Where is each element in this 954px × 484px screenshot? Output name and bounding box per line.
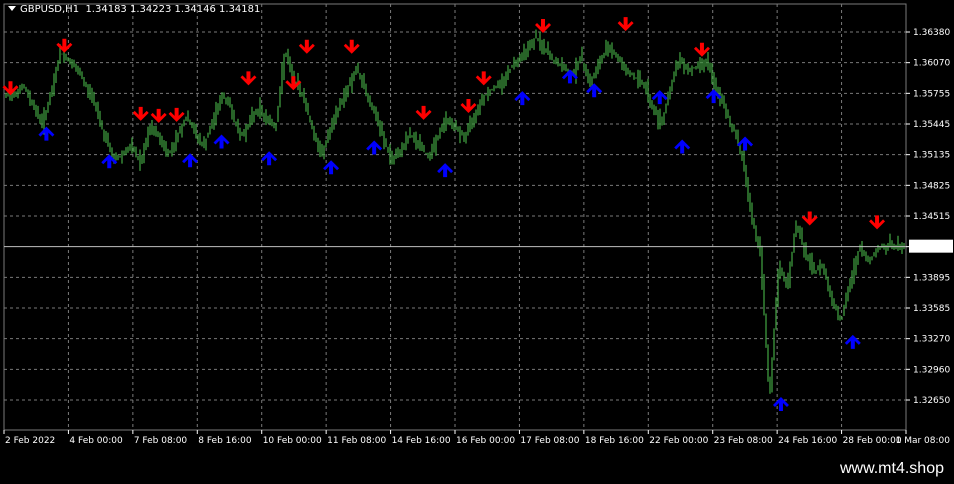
arrow-up-icon xyxy=(366,140,383,155)
sell-signal xyxy=(475,71,492,86)
sell-signal xyxy=(617,17,634,32)
time-tick-label: 24 Feb 16:00 xyxy=(778,436,837,446)
arrow-down-icon xyxy=(343,39,360,54)
symbol-name: GBPUSD,H1 xyxy=(20,4,80,15)
buy-signal xyxy=(772,396,789,411)
sell-signal xyxy=(168,107,185,122)
arrow-up-icon xyxy=(586,83,603,98)
price-tick-label: 1.32960 xyxy=(913,365,950,375)
buy-signal xyxy=(38,126,55,141)
dropdown-triangle-icon[interactable] xyxy=(8,6,16,11)
buy-signal xyxy=(101,154,118,169)
signal-arrows xyxy=(2,17,886,411)
arrow-up-icon xyxy=(674,139,691,154)
arrow-down-icon xyxy=(460,98,477,113)
arrow-up-icon xyxy=(261,151,278,166)
sell-signal xyxy=(56,38,73,53)
sell-signal xyxy=(298,39,315,54)
arrow-down-icon xyxy=(535,19,552,34)
time-tick-label: 2 Feb 2022 xyxy=(5,436,55,446)
arrow-down-icon xyxy=(617,17,634,32)
sell-signal xyxy=(285,76,302,91)
arrow-up-icon xyxy=(651,90,668,105)
price-tick-label: 1.32650 xyxy=(913,396,950,406)
arrow-down-icon xyxy=(150,108,167,123)
symbol-info: GBPUSD,H1 1.34183 1.34223 1.34146 1.3418… xyxy=(8,4,260,15)
price-tick-label: 1.36070 xyxy=(913,59,950,69)
buy-signal xyxy=(705,89,722,104)
arrow-up-icon xyxy=(182,153,199,168)
chart-window: 1.36380 1.36070 1.35755 1.35445 1.35135 1.348… xyxy=(0,0,954,484)
price-tick-label: 1.34181 xyxy=(913,243,950,253)
price-chart[interactable]: 1.36380 1.36070 1.35755 1.35445 1.35135 1.348… xyxy=(0,0,954,484)
buy-signal xyxy=(323,160,340,175)
arrow-up-icon xyxy=(772,396,789,411)
buy-signal xyxy=(844,334,861,349)
arrow-up-icon xyxy=(101,154,118,169)
price-tick-label: 1.35755 xyxy=(913,89,950,99)
arrow-down-icon xyxy=(475,71,492,86)
price-tick-label: 1.33270 xyxy=(913,335,950,345)
arrow-up-icon xyxy=(38,126,55,141)
time-tick-label: 28 Feb 00:00 xyxy=(843,436,902,446)
time-tick-label: 4 Feb 00:00 xyxy=(69,436,123,446)
sell-signal xyxy=(535,19,552,34)
sell-signal xyxy=(132,106,149,121)
price-axis: 1.36380 1.36070 1.35755 1.35445 1.35135 1.348… xyxy=(906,28,953,406)
price-tick-label: 1.34825 xyxy=(913,181,950,191)
buy-signal xyxy=(261,151,278,166)
price-tick-label: 1.34515 xyxy=(913,212,950,222)
time-tick-label: 8 Feb 16:00 xyxy=(198,436,252,446)
price-tick-label: 1.36380 xyxy=(913,28,950,38)
price-tick-label: 1.33895 xyxy=(913,273,950,283)
arrow-down-icon xyxy=(285,76,302,91)
arrow-down-icon xyxy=(56,38,73,53)
arrow-up-icon xyxy=(437,163,454,178)
time-tick-label: 1 Mar 08:00 xyxy=(896,436,951,446)
arrow-down-icon xyxy=(415,105,432,120)
time-tick-label: 22 Feb 00:00 xyxy=(649,436,708,446)
buy-signal xyxy=(674,139,691,154)
sell-signal xyxy=(460,98,477,113)
price-tick-label: 1.35445 xyxy=(913,120,950,130)
sell-signal xyxy=(240,71,257,86)
sell-signal xyxy=(150,108,167,123)
arrow-up-icon xyxy=(705,89,722,104)
arrow-up-icon xyxy=(844,334,861,349)
buy-signal xyxy=(366,140,383,155)
arrow-down-icon xyxy=(801,211,818,226)
watermark: www.mt4.shop xyxy=(839,460,944,477)
arrow-down-icon xyxy=(132,106,149,121)
time-tick-label: 18 Feb 16:00 xyxy=(585,436,644,446)
arrow-down-icon xyxy=(240,71,257,86)
arrow-down-icon xyxy=(298,39,315,54)
time-tick-label: 7 Feb 08:00 xyxy=(134,436,188,446)
time-tick-label: 11 Feb 08:00 xyxy=(327,436,386,446)
time-tick-label: 17 Feb 08:00 xyxy=(520,436,579,446)
sell-signal xyxy=(801,211,818,226)
ohlc-values: 1.34183 1.34223 1.34146 1.34181 xyxy=(85,4,261,15)
buy-signal xyxy=(651,90,668,105)
arrow-up-icon xyxy=(323,160,340,175)
time-axis: 2 Feb 2022 4 Feb 00:00 7 Feb 08:00 8 Feb 16… xyxy=(3,430,951,446)
price-tick-label: 1.35135 xyxy=(913,151,950,161)
arrow-up-icon xyxy=(213,134,230,149)
time-tick-label: 14 Feb 16:00 xyxy=(392,436,451,446)
time-tick-label: 10 Feb 00:00 xyxy=(263,436,322,446)
sell-signal xyxy=(343,39,360,54)
time-tick-label: 23 Feb 08:00 xyxy=(714,436,773,446)
sell-signal xyxy=(415,105,432,120)
buy-signal xyxy=(213,134,230,149)
time-tick-label: 16 Feb 00:00 xyxy=(456,436,515,446)
sell-signal xyxy=(869,215,886,230)
buy-signal xyxy=(182,153,199,168)
arrow-down-icon xyxy=(869,215,886,230)
price-tick-label: 1.33585 xyxy=(913,304,950,314)
grid xyxy=(3,3,907,431)
buy-signal xyxy=(586,83,603,98)
buy-signal xyxy=(437,163,454,178)
arrow-down-icon xyxy=(168,107,185,122)
